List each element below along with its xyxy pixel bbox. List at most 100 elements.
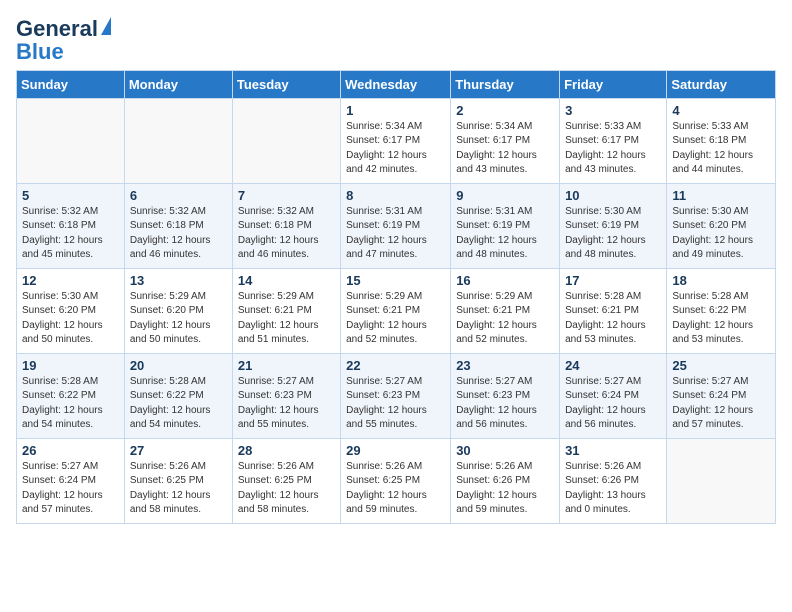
calendar-cell: 12 Sunrise: 5:30 AMSunset: 6:20 PMDayligh… bbox=[17, 268, 125, 353]
day-info: Sunrise: 5:30 AMSunset: 6:20 PMDaylight:… bbox=[672, 205, 770, 263]
weekday-header: Tuesday bbox=[232, 70, 340, 98]
weekday-header: Wednesday bbox=[341, 70, 451, 98]
day-number: 4 bbox=[672, 103, 770, 118]
calendar-cell: 14Sunrise: 5:29 AMSunset: 6:21 PMDayligh… bbox=[232, 268, 340, 353]
day-number: 16 bbox=[456, 273, 554, 288]
day-info: Sunrise: 5:29 AMSunset: 6:20 PMDaylight:… bbox=[130, 290, 227, 348]
calendar-cell: 23 Sunrise: 5:27 AMSunset: 6:23 PMDayligh… bbox=[451, 353, 560, 438]
day-number: 18 bbox=[672, 273, 770, 288]
calendar-week-row: 12 Sunrise: 5:30 AMSunset: 6:20 PMDayligh… bbox=[17, 268, 776, 353]
calendar-week-row: 5 Sunrise: 5:32 AMSunset: 6:18 PMDaylight… bbox=[17, 183, 776, 268]
day-info: Sunrise: 5:34 AMSunset: 6:17 PMDaylight:… bbox=[346, 120, 445, 178]
calendar-week-row: 26 Sunrise: 5:27 AMSunset: 6:24 PMDayligh… bbox=[17, 438, 776, 523]
calendar-cell: 26 Sunrise: 5:27 AMSunset: 6:24 PMDayligh… bbox=[17, 438, 125, 523]
day-info: Sunrise: 5:27 AMSunset: 6:24 PMDaylight:… bbox=[22, 460, 119, 518]
day-number: 28 bbox=[238, 443, 335, 458]
day-info: Sunrise: 5:28 AMSunset: 6:22 PMDaylight:… bbox=[130, 375, 227, 433]
day-number: 24 bbox=[565, 358, 661, 373]
day-info: Sunrise: 5:29 AMSunset: 6:21 PMDaylight:… bbox=[346, 290, 445, 348]
calendar-week-row: 19 Sunrise: 5:28 AMSunset: 6:22 PMDayligh… bbox=[17, 353, 776, 438]
calendar-cell bbox=[124, 98, 232, 183]
day-number: 26 bbox=[22, 443, 119, 458]
day-number: 19 bbox=[22, 358, 119, 373]
day-info: Sunrise: 5:28 AMSunset: 6:22 PMDaylight:… bbox=[22, 375, 119, 433]
day-info: Sunrise: 5:32 AMSunset: 6:18 PMDaylight:… bbox=[130, 205, 227, 263]
calendar-cell: 8 Sunrise: 5:31 AMSunset: 6:19 PMDaylight… bbox=[341, 183, 451, 268]
day-info: Sunrise: 5:29 AMSunset: 6:21 PMDaylight:… bbox=[456, 290, 554, 348]
calendar-cell: 4 Sunrise: 5:33 AMSunset: 6:18 PMDaylight… bbox=[667, 98, 776, 183]
day-number: 6 bbox=[130, 188, 227, 203]
weekday-header: Friday bbox=[560, 70, 667, 98]
day-number: 8 bbox=[346, 188, 445, 203]
calendar-cell: 20 Sunrise: 5:28 AMSunset: 6:22 PMDayligh… bbox=[124, 353, 232, 438]
weekday-header: Thursday bbox=[451, 70, 560, 98]
day-number: 30 bbox=[456, 443, 554, 458]
calendar-cell: 6 Sunrise: 5:32 AMSunset: 6:18 PMDaylight… bbox=[124, 183, 232, 268]
calendar-cell: 9 Sunrise: 5:31 AMSunset: 6:19 PMDaylight… bbox=[451, 183, 560, 268]
day-info: Sunrise: 5:27 AMSunset: 6:23 PMDaylight:… bbox=[238, 375, 335, 433]
day-number: 14 bbox=[238, 273, 335, 288]
calendar-cell: 21 Sunrise: 5:27 AMSunset: 6:23 PMDayligh… bbox=[232, 353, 340, 438]
logo-blue: Blue bbox=[16, 42, 64, 62]
day-number: 29 bbox=[346, 443, 445, 458]
day-info: Sunrise: 5:26 AMSunset: 6:25 PMDaylight:… bbox=[238, 460, 335, 518]
calendar-cell: 2 Sunrise: 5:34 AMSunset: 6:17 PMDaylight… bbox=[451, 98, 560, 183]
day-number: 22 bbox=[346, 358, 445, 373]
day-info: Sunrise: 5:30 AMSunset: 6:19 PMDaylight:… bbox=[565, 205, 661, 263]
day-info: Sunrise: 5:27 AMSunset: 6:23 PMDaylight:… bbox=[346, 375, 445, 433]
calendar-cell: 10 Sunrise: 5:30 AMSunset: 6:19 PMDayligh… bbox=[560, 183, 667, 268]
calendar-cell: 3Sunrise: 5:33 AMSunset: 6:17 PMDaylight… bbox=[560, 98, 667, 183]
day-number: 9 bbox=[456, 188, 554, 203]
day-number: 27 bbox=[130, 443, 227, 458]
day-number: 25 bbox=[672, 358, 770, 373]
calendar-cell: 5Sunrise: 5:32 AMSunset: 6:18 PMDaylight… bbox=[17, 183, 125, 268]
day-info: Sunrise: 5:32 AMSunset: 6:18 PMDaylight:… bbox=[238, 205, 335, 263]
logo-triangle-icon bbox=[101, 17, 111, 35]
calendar-cell: 11 Sunrise: 5:30 AMSunset: 6:20 PMDayligh… bbox=[667, 183, 776, 268]
calendar-cell bbox=[232, 98, 340, 183]
day-info: Sunrise: 5:27 AMSunset: 6:24 PMDaylight:… bbox=[565, 375, 661, 433]
calendar-cell: 7 Sunrise: 5:32 AMSunset: 6:18 PMDaylight… bbox=[232, 183, 340, 268]
day-info: Sunrise: 5:31 AMSunset: 6:19 PMDaylight:… bbox=[346, 205, 445, 263]
day-info: Sunrise: 5:30 AMSunset: 6:20 PMDaylight:… bbox=[22, 290, 119, 348]
day-info: Sunrise: 5:33 AMSunset: 6:17 PMDaylight:… bbox=[565, 120, 661, 178]
calendar-cell: 27 Sunrise: 5:26 AMSunset: 6:25 PMDayligh… bbox=[124, 438, 232, 523]
day-info: Sunrise: 5:26 AMSunset: 6:25 PMDaylight:… bbox=[130, 460, 227, 518]
page-header: General Blue bbox=[16, 16, 776, 62]
day-info: Sunrise: 5:34 AMSunset: 6:17 PMDaylight:… bbox=[456, 120, 554, 178]
weekday-header: Sunday bbox=[17, 70, 125, 98]
calendar-cell: 16 Sunrise: 5:29 AMSunset: 6:21 PMDayligh… bbox=[451, 268, 560, 353]
calendar-cell: 18 Sunrise: 5:28 AMSunset: 6:22 PMDayligh… bbox=[667, 268, 776, 353]
day-number: 23 bbox=[456, 358, 554, 373]
day-number: 11 bbox=[672, 188, 770, 203]
day-number: 2 bbox=[456, 103, 554, 118]
day-info: Sunrise: 5:28 AMSunset: 6:22 PMDaylight:… bbox=[672, 290, 770, 348]
day-info: Sunrise: 5:26 AMSunset: 6:26 PMDaylight:… bbox=[565, 460, 661, 518]
day-number: 31 bbox=[565, 443, 661, 458]
weekday-header: Monday bbox=[124, 70, 232, 98]
day-info: Sunrise: 5:26 AMSunset: 6:25 PMDaylight:… bbox=[346, 460, 445, 518]
day-number: 10 bbox=[565, 188, 661, 203]
day-number: 20 bbox=[130, 358, 227, 373]
day-info: Sunrise: 5:26 AMSunset: 6:26 PMDaylight:… bbox=[456, 460, 554, 518]
day-number: 7 bbox=[238, 188, 335, 203]
calendar-cell: 19 Sunrise: 5:28 AMSunset: 6:22 PMDayligh… bbox=[17, 353, 125, 438]
calendar-cell: 13Sunrise: 5:29 AMSunset: 6:20 PMDayligh… bbox=[124, 268, 232, 353]
calendar-cell: 24 Sunrise: 5:27 AMSunset: 6:24 PMDayligh… bbox=[560, 353, 667, 438]
calendar-cell: 22 Sunrise: 5:27 AMSunset: 6:23 PMDayligh… bbox=[341, 353, 451, 438]
day-info: Sunrise: 5:31 AMSunset: 6:19 PMDaylight:… bbox=[456, 205, 554, 263]
day-number: 21 bbox=[238, 358, 335, 373]
calendar-cell: 17 Sunrise: 5:28 AMSunset: 6:21 PMDayligh… bbox=[560, 268, 667, 353]
day-number: 5 bbox=[22, 188, 119, 203]
calendar-cell: 30 Sunrise: 5:26 AMSunset: 6:26 PMDayligh… bbox=[451, 438, 560, 523]
day-number: 1 bbox=[346, 103, 445, 118]
day-info: Sunrise: 5:27 AMSunset: 6:24 PMDaylight:… bbox=[672, 375, 770, 433]
day-number: 17 bbox=[565, 273, 661, 288]
weekday-header: Saturday bbox=[667, 70, 776, 98]
day-info: Sunrise: 5:27 AMSunset: 6:23 PMDaylight:… bbox=[456, 375, 554, 433]
calendar-week-row: 1 Sunrise: 5:34 AMSunset: 6:17 PMDaylight… bbox=[17, 98, 776, 183]
day-number: 12 bbox=[22, 273, 119, 288]
day-info: Sunrise: 5:28 AMSunset: 6:21 PMDaylight:… bbox=[565, 290, 661, 348]
calendar-cell: 15Sunrise: 5:29 AMSunset: 6:21 PMDayligh… bbox=[341, 268, 451, 353]
day-info: Sunrise: 5:33 AMSunset: 6:18 PMDaylight:… bbox=[672, 120, 770, 178]
